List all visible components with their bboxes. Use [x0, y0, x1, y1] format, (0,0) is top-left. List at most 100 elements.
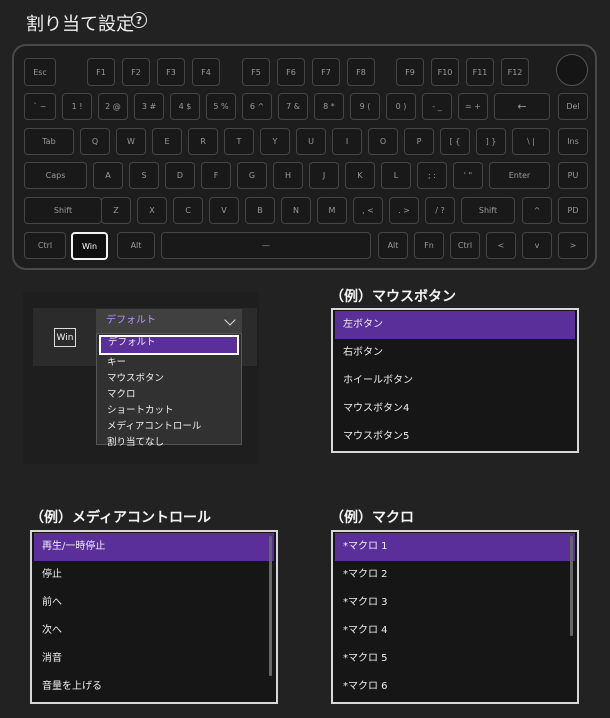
key-f9[interactable]: F9	[396, 58, 424, 86]
key-2[interactable]: 2 @	[98, 93, 128, 120]
dropdown-option-macro[interactable]: マクロ	[97, 387, 241, 403]
key-left-arrow[interactable]: <	[486, 232, 516, 259]
key-1[interactable]: 1 !	[62, 93, 92, 120]
key-enter[interactable]: Enter	[489, 162, 550, 189]
key-s[interactable]: S	[129, 162, 159, 189]
dropdown-option-default[interactable]: デフォルト	[99, 335, 239, 355]
scrollbar[interactable]	[570, 536, 573, 636]
key-semicolon[interactable]: ; :	[417, 162, 447, 189]
key-x[interactable]: X	[137, 197, 167, 224]
key-v[interactable]: V	[209, 197, 239, 224]
key-ins[interactable]: Ins	[558, 128, 588, 155]
dropdown-option-media-control[interactable]: メディアコントロール	[97, 419, 241, 435]
list-item[interactable]: 次へ	[34, 617, 274, 645]
list-item[interactable]: 前へ	[34, 589, 274, 617]
dropdown-option-unassigned[interactable]: 割り当てなし	[97, 435, 241, 451]
key-left-bracket[interactable]: [ {	[440, 128, 470, 155]
key-p[interactable]: P	[404, 128, 434, 155]
key-caps[interactable]: Caps	[24, 162, 87, 189]
help-icon[interactable]: ?	[131, 12, 147, 28]
key-right-alt[interactable]: Alt	[378, 232, 408, 259]
key-slash[interactable]: / ?	[425, 197, 455, 224]
key-down-arrow[interactable]: v	[522, 232, 552, 259]
key-right-ctrl[interactable]: Ctrl	[450, 232, 480, 259]
key-n[interactable]: N	[281, 197, 311, 224]
key-c[interactable]: C	[173, 197, 203, 224]
key-comma[interactable]: , <	[353, 197, 383, 224]
key-right-shift[interactable]: Shift	[461, 197, 515, 224]
key-f7[interactable]: F7	[312, 58, 340, 86]
key-y[interactable]: Y	[260, 128, 290, 155]
dropdown-option-mouse-button[interactable]: マウスボタン	[97, 371, 241, 387]
key-j[interactable]: J	[309, 162, 339, 189]
list-item[interactable]: 音量を上げる	[34, 673, 274, 701]
key-u[interactable]: U	[296, 128, 326, 155]
list-item[interactable]: *マクロ 2	[335, 561, 575, 589]
list-item[interactable]: *マクロ 1	[335, 533, 575, 561]
key-4[interactable]: 4 $	[170, 93, 200, 120]
key-f10[interactable]: F10	[431, 58, 459, 86]
key-f1[interactable]: F1	[87, 58, 115, 86]
key-z[interactable]: Z	[101, 197, 131, 224]
key-k[interactable]: K	[345, 162, 375, 189]
key-left-ctrl[interactable]: Ctrl	[24, 232, 66, 259]
key-minus[interactable]: - _	[422, 93, 452, 120]
key-f2[interactable]: F2	[122, 58, 150, 86]
key-esc[interactable]: Esc	[24, 58, 56, 86]
key-f12[interactable]: F12	[501, 58, 529, 86]
list-item[interactable]: *マクロ 3	[335, 589, 575, 617]
key-i[interactable]: I	[332, 128, 362, 155]
key-f8[interactable]: F8	[347, 58, 375, 86]
list-item[interactable]: *マクロ 5	[335, 645, 575, 673]
key-f4[interactable]: F4	[192, 58, 220, 86]
key-backtick[interactable]: ` ~	[24, 93, 56, 120]
scrollbar[interactable]	[269, 536, 272, 676]
key-pageup[interactable]: PU	[558, 162, 588, 189]
key-quote[interactable]: ' "	[453, 162, 483, 189]
key-9[interactable]: 9 (	[350, 93, 380, 120]
key-backspace[interactable]: ←	[494, 93, 550, 120]
key-o[interactable]: O	[368, 128, 398, 155]
key-left-shift[interactable]: Shift	[24, 197, 102, 224]
key-f11[interactable]: F11	[466, 58, 494, 86]
key-left-alt[interactable]: Alt	[117, 232, 155, 259]
list-item[interactable]: マウスボタン4	[335, 395, 575, 423]
key-w[interactable]: W	[116, 128, 146, 155]
key-m[interactable]: M	[317, 197, 347, 224]
dropdown-option-shortcut[interactable]: ショートカット	[97, 403, 241, 419]
key-space[interactable]: —	[161, 232, 371, 259]
key-pagedown[interactable]: PD	[558, 197, 588, 224]
key-0[interactable]: 0 )	[386, 93, 416, 120]
list-item[interactable]: *マクロ 6	[335, 673, 575, 701]
key-g[interactable]: G	[237, 162, 267, 189]
key-h[interactable]: H	[273, 162, 303, 189]
key-win[interactable]: Win	[71, 232, 108, 260]
key-6[interactable]: 6 ^	[242, 93, 272, 120]
list-item[interactable]: 停止	[34, 561, 274, 589]
list-item[interactable]: 消音	[34, 645, 274, 673]
volume-knob[interactable]	[556, 54, 588, 86]
key-e[interactable]: E	[152, 128, 182, 155]
key-t[interactable]: T	[224, 128, 254, 155]
key-3[interactable]: 3 #	[134, 93, 164, 120]
key-f6[interactable]: F6	[277, 58, 305, 86]
key-d[interactable]: D	[165, 162, 195, 189]
list-item[interactable]: マウスボタン5	[335, 423, 575, 451]
key-q[interactable]: Q	[80, 128, 110, 155]
key-period[interactable]: . >	[389, 197, 419, 224]
key-b[interactable]: B	[245, 197, 275, 224]
key-del[interactable]: Del	[558, 93, 588, 120]
key-fn[interactable]: Fn	[414, 232, 444, 259]
key-equals[interactable]: = +	[458, 93, 488, 120]
key-right-arrow[interactable]: >	[558, 232, 588, 259]
key-f[interactable]: F	[201, 162, 231, 189]
key-right-bracket[interactable]: ] }	[476, 128, 506, 155]
key-f5[interactable]: F5	[242, 58, 270, 86]
list-item[interactable]: 右ボタン	[335, 339, 575, 367]
assignment-dropdown[interactable]: デフォルト	[96, 309, 242, 333]
key-backslash[interactable]: \ |	[512, 128, 550, 155]
key-l[interactable]: L	[381, 162, 411, 189]
key-a[interactable]: A	[93, 162, 123, 189]
key-up-arrow[interactable]: ^	[522, 197, 552, 224]
list-item[interactable]: *マクロ 4	[335, 617, 575, 645]
